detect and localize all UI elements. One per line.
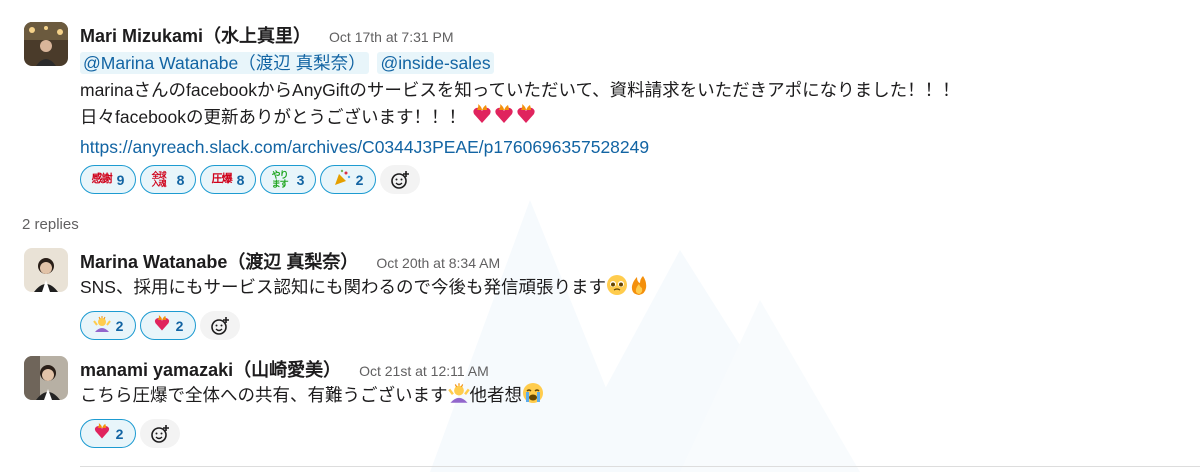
praising-person-icon: [92, 315, 111, 336]
praising-person-icon: [447, 382, 470, 412]
sender-name[interactable]: Mari Mizukami（水上真里）: [80, 22, 311, 48]
add-reaction-button[interactable]: [380, 165, 420, 194]
add-reaction-button[interactable]: [200, 311, 240, 340]
message-text-line-2: 日々facebookの更新ありがとうございます！！！: [80, 104, 1200, 134]
stamp-yarimasu-icon: やります: [271, 169, 289, 189]
party-popper-icon: [333, 169, 351, 190]
reply-message: Marina Watanabe（渡辺 真梨奈） Oct 20th at 8:34…: [24, 248, 1200, 341]
add-emoji-icon: [391, 170, 409, 189]
reaction-kansha[interactable]: 感謝 9: [80, 165, 136, 194]
sender-name[interactable]: Marina Watanabe（渡辺 真梨奈）: [80, 248, 358, 274]
avatar[interactable]: [24, 22, 68, 66]
reply-message: manami yamazaki（山崎愛美） Oct 21st at 12:11 …: [24, 356, 1200, 456]
reaction-zenkyu[interactable]: 全球入魂 8: [140, 165, 196, 194]
heart-on-fire-icon: [153, 315, 171, 336]
heart-on-fire-icon: [93, 423, 111, 444]
mention-group[interactable]: @inside-sales: [377, 52, 494, 74]
mention-user[interactable]: @Marina Watanabe（渡辺 真梨奈）: [80, 52, 369, 74]
message-text-line: SNS、採用にもサービス認知にも関わるので今後も発信頑張ります: [80, 274, 1200, 304]
parent-message: Mari Mizukami（水上真里） Oct 17th at 7:31 PM …: [24, 22, 1200, 202]
heart-on-fire-icon: [515, 104, 537, 134]
message-text-line-1: marinaさんのfacebookからAnyGiftのサービスを知っていただいて…: [80, 80, 960, 100]
stamp-kansha-icon: 感謝: [91, 173, 113, 185]
avatar[interactable]: [24, 356, 68, 400]
reaction-yarimasu[interactable]: やります 3: [260, 165, 316, 194]
pleading-face-icon: [606, 274, 628, 304]
reactions-bar: 感謝 9 全球入魂 8 圧爆 8 やります 3 2: [80, 165, 1200, 195]
add-emoji-icon: [211, 316, 229, 335]
message-text: 日々facebookの更新ありがとうございます！！！: [80, 107, 467, 127]
avatar[interactable]: [24, 248, 68, 292]
add-reaction-button[interactable]: [140, 419, 180, 448]
message-link[interactable]: https://anyreach.slack.com/archives/C034…: [80, 137, 649, 157]
reactions-bar: 2: [80, 419, 1200, 449]
sender-name[interactable]: manami yamazaki（山崎愛美）: [80, 356, 341, 382]
heart-on-fire-icon: [471, 104, 493, 134]
message-text: SNS、採用にもサービス認知にも関わるので今後も発信頑張ります: [80, 277, 606, 297]
reaction-appaku[interactable]: 圧爆 8: [200, 165, 256, 194]
add-emoji-icon: [151, 424, 169, 443]
stamp-zenkyu-icon: 全球入魂: [151, 170, 167, 188]
message-text-line: こちら圧爆で全体への共有、有難うございます 他者想: [80, 382, 1200, 412]
timestamp[interactable]: Oct 21st at 12:11 AM: [359, 363, 489, 379]
reaction-praising[interactable]: 2: [80, 311, 136, 340]
reaction-heart-on-fire[interactable]: 2: [80, 419, 136, 448]
timestamp[interactable]: Oct 17th at 7:31 PM: [329, 29, 454, 45]
fire-icon: [628, 274, 650, 304]
divider: [80, 466, 1200, 467]
reaction-party[interactable]: 2: [320, 165, 376, 194]
message-text: 他者想: [469, 385, 523, 405]
reaction-heart-on-fire[interactable]: 2: [140, 311, 196, 340]
reactions-bar: 2 2: [80, 311, 1200, 341]
message-text: こちら圧爆で全体への共有、有難うございます: [80, 385, 448, 405]
stamp-appaku-icon: 圧爆: [211, 173, 233, 185]
heart-on-fire-icon: [493, 104, 515, 134]
timestamp[interactable]: Oct 20th at 8:34 AM: [376, 255, 500, 271]
replies-count[interactable]: 2 replies: [22, 216, 79, 233]
crying-face-icon: [522, 382, 544, 412]
